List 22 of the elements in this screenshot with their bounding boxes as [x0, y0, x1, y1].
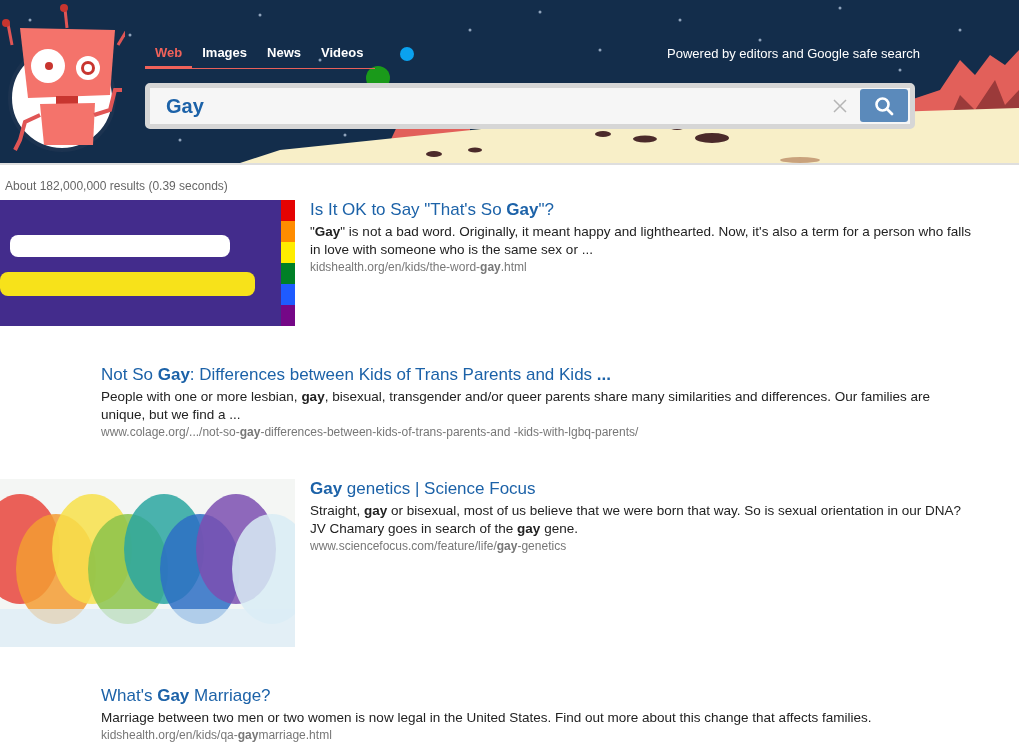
result-url: www.sciencefocus.com/feature/life/gay-genetics — [310, 538, 568, 554]
result-url: kidshealth.org/en/kids/qa-gaymarriage.html — [101, 727, 333, 743]
search-icon — [874, 95, 894, 116]
result-title-link[interactable]: Not So Gay: Differences between Kids of Trans Parents and Kids ... — [101, 365, 971, 385]
search-tab[interactable]: Web — [145, 42, 193, 69]
search-field[interactable]: Gay — [145, 83, 915, 129]
result-snippet: Marriage between two men or two women is now legal in the United States. Find out more about this change that affects families. — [101, 709, 873, 727]
result-snippet: "Gay" is not a bad word. Originally, it meant happy and lighthearted. Now, it's also a term for a person who falls in love with someone who is the same sex or ... — [310, 223, 973, 259]
result-title-link[interactable]: Gay genetics | Science Focus — [310, 479, 980, 499]
result-url: www.colage.org/.../not-so-gay-differences-between-kids-of-trans-parents-and -kids-with-lgbq-parents/ — [101, 424, 640, 440]
powered-by-text: Powered by editors and Google safe search — [667, 46, 920, 63]
result-title-link[interactable]: What's Gay Marriage? — [101, 686, 971, 706]
search-tab[interactable]: Images — [192, 42, 258, 69]
result-snippet: Straight, gay or bisexual, most of us believe that we were born that way. So is sexual orientation in our DNA? JV Chamary goes in search of the gay gene. — [310, 502, 963, 538]
search-tab[interactable]: Videos — [311, 42, 374, 69]
result-url: kidshealth.org/en/kids/the-word-gay.html — [310, 259, 528, 275]
result-stats: About 182,000,000 results (0.39 seconds) — [4, 178, 229, 195]
result-title-link[interactable]: Is It OK to Say "That's So Gay"? — [310, 200, 980, 220]
search-button[interactable] — [860, 89, 908, 122]
result-snippet: People with one or more lesbian, gay, bisexual, transgender and/or queer parents share many similarities and differences. Our families are unique, but we find a ... — [101, 388, 931, 424]
search-tab[interactable]: News — [257, 42, 311, 69]
close-icon[interactable] — [833, 99, 847, 113]
